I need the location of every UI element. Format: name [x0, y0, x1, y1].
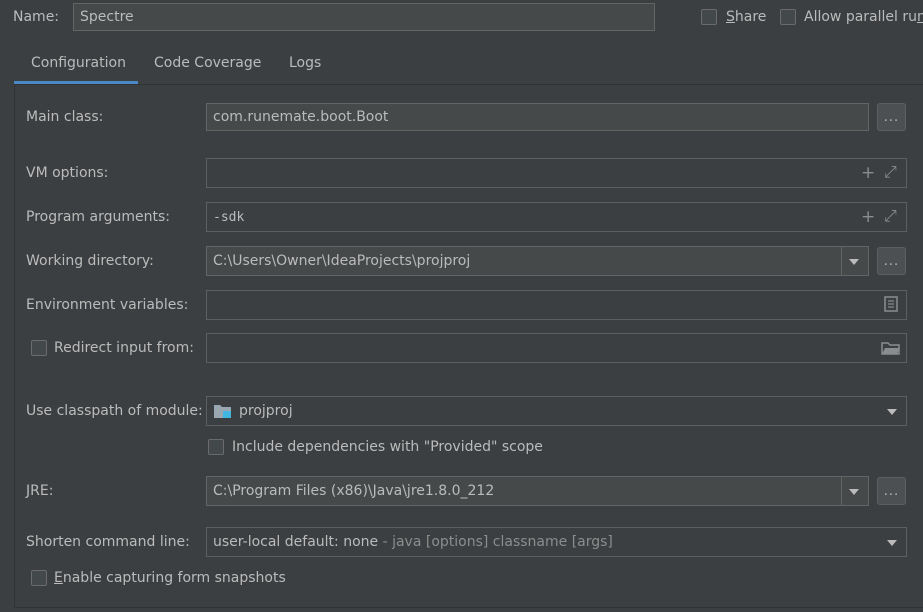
program-arguments-value: -sdk	[213, 209, 245, 225]
vm-options-input[interactable]	[206, 158, 907, 188]
name-input-value: Spectre	[80, 9, 134, 25]
working-directory-browse-button[interactable]: ...	[877, 247, 906, 275]
jre-value: C:\Program Files (x86)\Java\jre1.8.0_212	[213, 483, 495, 499]
tab-configuration[interactable]: Configuration	[31, 55, 126, 71]
program-arguments-label: Program arguments:	[26, 209, 170, 225]
capture-snapshots-checkbox[interactable]	[31, 570, 47, 586]
shorten-command-line-hint: - java [options] classname [args]	[378, 534, 613, 550]
share-checkbox[interactable]	[701, 9, 717, 25]
environment-variables-label: Environment variables:	[26, 297, 189, 313]
tab-logs[interactable]: Logs	[289, 55, 321, 71]
classpath-module-value: projproj	[239, 403, 293, 419]
working-directory-label: Working directory:	[26, 253, 154, 269]
main-class-browse-button[interactable]: ...	[877, 103, 906, 131]
vm-options-expand-icon[interactable]: ⤢	[884, 162, 897, 182]
jre-browse-button[interactable]: ...	[877, 477, 906, 505]
main-class-input[interactable]: com.runemate.boot.Boot	[206, 103, 869, 131]
environment-variables-input[interactable]	[206, 290, 907, 320]
name-input[interactable]: Spectre	[73, 3, 655, 31]
program-arguments-input[interactable]: -sdk	[206, 202, 907, 232]
folder-open-icon[interactable]	[881, 341, 901, 356]
working-directory-combo[interactable]: C:\Users\Owner\IdeaProjects\projproj	[206, 246, 869, 276]
include-provided-checkbox[interactable]	[208, 439, 224, 455]
vm-options-label: VM options:	[26, 165, 109, 181]
include-provided-label: Include dependencies with "Provided" sco…	[232, 439, 543, 455]
environment-variables-edit-icon[interactable]	[884, 296, 898, 312]
main-class-value: com.runemate.boot.Boot	[213, 109, 389, 125]
classpath-module-combo[interactable]: projproj	[206, 396, 907, 426]
vm-options-add-icon[interactable]: +	[861, 163, 875, 183]
jre-dropdown-icon[interactable]	[849, 489, 859, 495]
program-arguments-add-icon[interactable]: +	[861, 207, 875, 227]
allow-parallel-run-label: Allow parallel run	[804, 9, 923, 25]
program-arguments-expand-icon[interactable]: ⤢	[884, 206, 897, 226]
shorten-command-line-combo[interactable]: user-local default: none - java [options…	[206, 527, 907, 557]
redirect-input-field[interactable]	[206, 333, 907, 363]
redirect-input-label: Redirect input from:	[54, 340, 194, 356]
working-directory-value: C:\Users\Owner\IdeaProjects\projproj	[213, 253, 471, 269]
name-label: Name:	[13, 9, 60, 25]
working-directory-dropdown-icon[interactable]	[849, 259, 859, 265]
jre-combo[interactable]: C:\Program Files (x86)\Java\jre1.8.0_212	[206, 476, 869, 506]
jre-label: JRE:	[26, 483, 54, 499]
shorten-command-line-dropdown-icon[interactable]	[887, 540, 897, 546]
tab-code-coverage[interactable]: Code Coverage	[154, 55, 261, 71]
classpath-module-dropdown-icon[interactable]	[887, 409, 897, 415]
shorten-command-line-value: user-local default: none	[213, 534, 379, 550]
shorten-command-line-label: Shorten command line:	[26, 534, 190, 550]
share-label: Share	[726, 9, 767, 25]
classpath-module-label: Use classpath of module:	[26, 403, 203, 419]
main-class-label: Main class:	[26, 109, 104, 125]
module-folder-icon	[214, 405, 231, 418]
redirect-input-checkbox[interactable]	[31, 340, 47, 356]
capture-snapshots-label: Enable capturing form snapshots	[54, 570, 286, 586]
allow-parallel-run-checkbox[interactable]	[780, 9, 796, 25]
